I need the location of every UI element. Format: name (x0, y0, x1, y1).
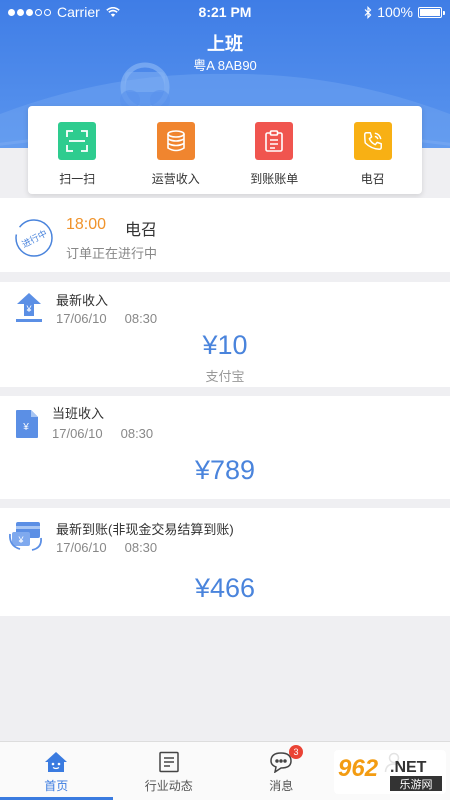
news-icon (159, 751, 179, 773)
tab-industry-news[interactable]: 行业动态 (113, 742, 226, 800)
scan-button[interactable]: 扫一扫 (28, 106, 127, 194)
tab-label: 消息 (269, 779, 294, 793)
order-status: 订单正在进行中 (66, 246, 158, 261)
battery-percent: 100% (377, 4, 413, 20)
income-upload-icon: ¥ (16, 293, 42, 322)
card-title: 当班收入 (52, 406, 105, 421)
card-title: 最新收入 (56, 293, 109, 308)
svg-text:乐游网: 乐游网 (400, 778, 433, 791)
card-transfer-icon: ¥ (9, 522, 42, 551)
in-progress-stamp: 进行中 (15, 219, 53, 257)
home-icon (45, 752, 68, 772)
battery-icon (418, 6, 445, 18)
bill-label: 到账账单 (250, 172, 299, 186)
tab-label: 行业动态 (144, 779, 193, 793)
svg-text:.NET: .NET (390, 759, 427, 776)
card-datetime: 17/06/10 08:30 (56, 540, 158, 555)
svg-text:¥: ¥ (17, 535, 24, 545)
svg-text:进行中: 进行中 (20, 227, 49, 249)
svg-text:962: 962 (338, 755, 379, 782)
order-type: 电召 (125, 222, 158, 239)
shift-income-amount: ¥789 (194, 455, 256, 485)
dispatch-call-button[interactable]: 电召 (324, 106, 423, 194)
latest-income-card[interactable]: ¥ 最新收入 17/06/10 08:30 ¥10 支付宝 (0, 282, 450, 387)
document-yen-icon: ¥ (16, 410, 38, 438)
quick-actions-card: 扫一扫 运营收入 到账账单 电召 (28, 106, 422, 194)
tab-home[interactable]: 首页 (0, 742, 113, 800)
svg-text:¥: ¥ (25, 304, 32, 314)
card-datetime: 17/06/10 08:30 (52, 426, 154, 441)
message-badge: 3 (289, 745, 303, 759)
operating-income-button[interactable]: 运营收入 (127, 106, 226, 194)
bill-button[interactable]: 到账账单 (225, 106, 324, 194)
scan-icon (58, 122, 97, 160)
card-title: 最新到账(非现金交易结算到账) (56, 522, 234, 537)
clipboard-icon (255, 122, 294, 160)
status-bar: Carrier 8:21 PM 100% (0, 0, 450, 24)
bluetooth-icon (364, 5, 372, 19)
watermark-logo: 962 .NET 乐游网 (334, 750, 446, 794)
tab-label: 首页 (44, 779, 69, 793)
operating-income-label: 运营收入 (151, 172, 200, 186)
settlement-amount: ¥466 (194, 573, 256, 603)
dispatch-call-label: 电召 (360, 172, 385, 186)
shift-income-card[interactable]: ¥ 当班收入 17/06/10 08:30 ¥789 (0, 396, 450, 499)
payment-method: 支付宝 (205, 369, 245, 384)
page-title: 上班 (207, 34, 243, 54)
order-time: 18:00 (66, 216, 107, 233)
latest-settlement-card[interactable]: ¥ 最新到账(非现金交易结算到账) 17/06/10 08:30 ¥466 (0, 508, 450, 616)
card-datetime: 17/06/10 08:30 (56, 311, 158, 326)
coins-icon (156, 122, 195, 160)
license-plate: 粤A 8AB90 (193, 58, 257, 73)
income-amount: ¥10 (202, 330, 248, 360)
order-in-progress[interactable]: 进行中 18:00 电召 订单正在进行中 (0, 198, 450, 272)
phone-icon (353, 122, 392, 160)
tab-messages[interactable]: 3 消息 (225, 742, 338, 800)
svg-text:¥: ¥ (22, 422, 29, 433)
scan-label: 扫一扫 (59, 172, 96, 186)
